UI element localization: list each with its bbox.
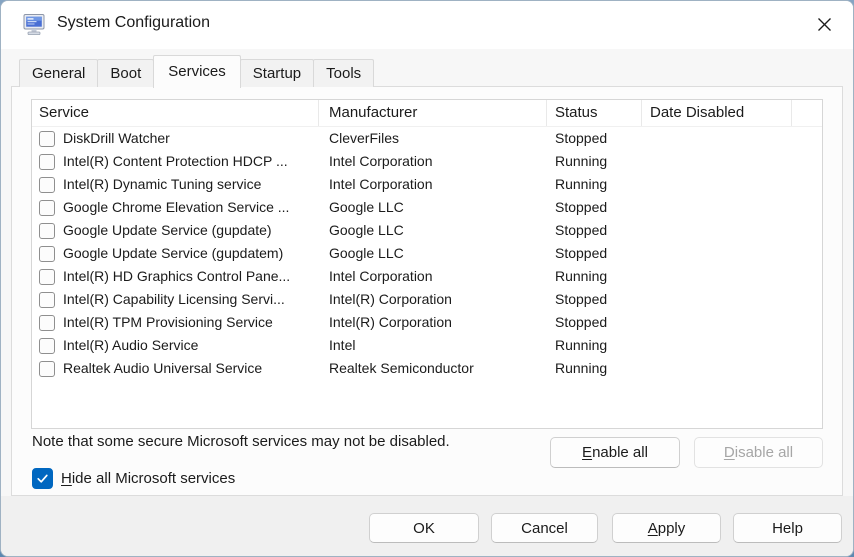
service-status: Running (547, 357, 642, 380)
window-title: System Configuration (57, 14, 210, 32)
services-tab-page: Service Manufacturer Status Date Disable… (11, 86, 843, 496)
service-checkbox[interactable] (39, 361, 55, 377)
service-row[interactable]: Realtek Audio Universal Service Realtek … (32, 357, 822, 380)
service-manufacturer: Intel(R) Corporation (319, 311, 547, 334)
service-row[interactable]: Google Update Service (gupdatem) Google … (32, 242, 822, 265)
service-checkbox[interactable] (39, 131, 55, 147)
tab-strip: General Boot Services Startup Tools (19, 55, 373, 87)
column-header-manufacturer[interactable]: Manufacturer (319, 100, 547, 126)
list-body: DiskDrill Watcher CleverFiles Stopped In… (32, 127, 822, 380)
service-status: Stopped (547, 242, 642, 265)
tab-label: Startup (253, 65, 301, 82)
disable-all-button[interactable]: Disable all (694, 437, 823, 468)
service-checkbox[interactable] (39, 269, 55, 285)
service-status: Running (547, 265, 642, 288)
service-row[interactable]: Intel(R) Content Protection HDCP ... Int… (32, 150, 822, 173)
service-manufacturer: Google LLC (319, 196, 547, 219)
service-name: Intel(R) Capability Licensing Servi... (63, 288, 285, 311)
service-status: Stopped (547, 196, 642, 219)
tab[interactable]: General (19, 59, 98, 87)
service-name: Google Update Service (gupdatem) (63, 242, 283, 265)
service-name: Google Update Service (gupdate) (63, 219, 272, 242)
service-manufacturer: Intel(R) Corporation (319, 288, 547, 311)
service-manufacturer: Google LLC (319, 219, 547, 242)
list-header: Service Manufacturer Status Date Disable… (32, 100, 822, 127)
hide-microsoft-services-checkbox[interactable] (32, 468, 53, 489)
service-manufacturer: Intel Corporation (319, 265, 547, 288)
tab[interactable]: Services (153, 55, 241, 88)
service-checkbox[interactable] (39, 246, 55, 262)
services-list: Service Manufacturer Status Date Disable… (31, 99, 823, 429)
service-name: Intel(R) HD Graphics Control Pane... (63, 265, 290, 288)
service-status: Stopped (547, 311, 642, 334)
service-manufacturer: CleverFiles (319, 127, 547, 150)
tab[interactable]: Tools (313, 59, 374, 87)
service-name: DiskDrill Watcher (63, 127, 170, 150)
service-manufacturer: Intel Corporation (319, 173, 547, 196)
title-bar: System Configuration (1, 1, 853, 49)
service-checkbox[interactable] (39, 292, 55, 308)
service-manufacturer: Intel Corporation (319, 150, 547, 173)
service-status: Running (547, 173, 642, 196)
service-status: Stopped (547, 288, 642, 311)
enable-all-button[interactable]: Enable all (550, 437, 680, 468)
service-manufacturer: Realtek Semiconductor (319, 357, 547, 380)
service-status: Running (547, 150, 642, 173)
service-checkbox[interactable] (39, 338, 55, 354)
service-row[interactable]: Intel(R) Audio Service Intel Running (32, 334, 822, 357)
service-row[interactable]: Google Chrome Elevation Service ... Goog… (32, 196, 822, 219)
tab-label: General (32, 65, 85, 82)
service-checkbox[interactable] (39, 200, 55, 216)
service-row[interactable]: DiskDrill Watcher CleverFiles Stopped (32, 127, 822, 150)
column-header-spacer (792, 100, 822, 126)
tab-label: Tools (326, 65, 361, 82)
column-header-date-disabled[interactable]: Date Disabled (642, 100, 792, 126)
service-row[interactable]: Intel(R) Capability Licensing Servi... I… (32, 288, 822, 311)
service-row[interactable]: Intel(R) Dynamic Tuning service Intel Co… (32, 173, 822, 196)
close-icon (817, 17, 832, 32)
tab[interactable]: Boot (97, 59, 154, 87)
service-checkbox[interactable] (39, 177, 55, 193)
help-button[interactable]: Help (733, 513, 842, 543)
checkmark-icon (36, 472, 49, 485)
service-status: Running (547, 334, 642, 357)
tab-label: Services (168, 63, 226, 80)
service-row[interactable]: Intel(R) HD Graphics Control Pane... Int… (32, 265, 822, 288)
cancel-button[interactable]: Cancel (491, 513, 598, 543)
service-checkbox[interactable] (39, 223, 55, 239)
service-name: Intel(R) Dynamic Tuning service (63, 173, 261, 196)
service-checkbox[interactable] (39, 154, 55, 170)
service-row[interactable]: Google Update Service (gupdate) Google L… (32, 219, 822, 242)
apply-button[interactable]: Apply (612, 513, 721, 543)
hide-microsoft-services-label[interactable]: Hide all Microsoft services (61, 470, 235, 487)
tab[interactable]: Startup (240, 59, 314, 87)
service-name: Realtek Audio Universal Service (63, 357, 262, 380)
service-manufacturer: Intel (319, 334, 547, 357)
service-status: Stopped (547, 127, 642, 150)
services-note: Note that some secure Microsoft services… (32, 433, 450, 450)
close-button[interactable] (801, 7, 847, 41)
service-name: Google Chrome Elevation Service ... (63, 196, 289, 219)
column-header-status[interactable]: Status (547, 100, 642, 126)
service-manufacturer: Google LLC (319, 242, 547, 265)
system-configuration-window: System Configuration General Boot Servic… (0, 0, 854, 557)
service-name: Intel(R) Content Protection HDCP ... (63, 150, 288, 173)
column-header-service[interactable]: Service (32, 100, 319, 126)
dialog-button-band: OK Cancel Apply Help (1, 496, 853, 556)
hide-microsoft-services-row: Hide all Microsoft services (32, 468, 235, 489)
service-checkbox[interactable] (39, 315, 55, 331)
tab-label: Boot (110, 65, 141, 82)
ok-button[interactable]: OK (369, 513, 479, 543)
service-name: Intel(R) TPM Provisioning Service (63, 311, 273, 334)
service-name: Intel(R) Audio Service (63, 334, 198, 357)
msconfig-app-icon (22, 12, 48, 38)
service-status: Stopped (547, 219, 642, 242)
service-row[interactable]: Intel(R) TPM Provisioning Service Intel(… (32, 311, 822, 334)
